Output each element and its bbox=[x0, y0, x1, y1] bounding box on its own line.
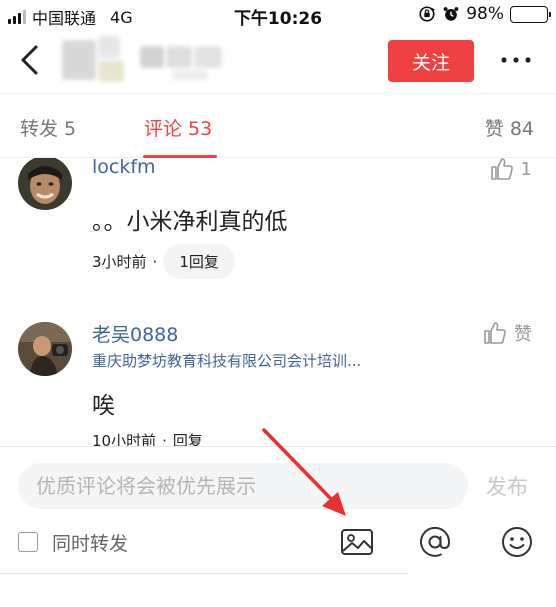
meta-dot: · bbox=[152, 252, 158, 271]
at-icon[interactable] bbox=[416, 523, 454, 561]
image-icon[interactable] bbox=[338, 523, 376, 561]
publish-button[interactable]: 发布 bbox=[486, 471, 528, 501]
more-dots-icon[interactable] bbox=[494, 48, 538, 72]
status-right: 98% bbox=[418, 4, 551, 24]
emoji-icon[interactable] bbox=[498, 523, 536, 561]
tab-bar: 转发 5 评论 53 赞 84 bbox=[0, 94, 556, 158]
rotation-lock-icon bbox=[419, 6, 436, 22]
repost-label: 同时转发 bbox=[52, 533, 129, 555]
comment-author[interactable]: 老吴0888 bbox=[92, 320, 178, 347]
comment-meta: 3小时前 · 1回复 bbox=[92, 244, 235, 279]
divider bbox=[0, 573, 408, 574]
comment-time: 10小时前 bbox=[92, 432, 157, 446]
thumbs-up-icon bbox=[484, 322, 506, 344]
reply-button[interactable]: 1回复 bbox=[163, 244, 235, 279]
comment-author[interactable]: lockfm bbox=[92, 158, 156, 178]
like-label: 赞 bbox=[514, 324, 532, 345]
reply-button[interactable]: 回复 bbox=[173, 430, 203, 446]
tab-reposts[interactable]: 转发 5 bbox=[20, 114, 76, 141]
like-button[interactable]: 赞 bbox=[482, 320, 532, 346]
comment-text: 唉 bbox=[92, 393, 115, 419]
like-button[interactable]: 1 bbox=[489, 158, 532, 182]
blurred-user-title bbox=[62, 36, 232, 86]
tab-comments[interactable]: 评论 53 bbox=[144, 114, 212, 141]
comment-text: 。。小米净利真的低 bbox=[92, 209, 288, 235]
battery-percent: 98% bbox=[466, 4, 504, 24]
avatar[interactable] bbox=[18, 158, 72, 210]
follow-button[interactable]: 关注 bbox=[388, 40, 474, 82]
alarm-icon bbox=[443, 7, 459, 21]
comment-item: 老吴0888 重庆助梦坊教育科技有限公司会计培训... 赞 唉 10小时前 · … bbox=[0, 318, 556, 446]
comment-time: 3小时前 bbox=[92, 253, 147, 271]
tab-likes[interactable]: 赞 84 bbox=[485, 114, 534, 141]
thumbs-up-icon bbox=[490, 158, 513, 180]
navbar: 关注 bbox=[0, 28, 556, 94]
like-count: 1 bbox=[520, 158, 532, 180]
battery-icon bbox=[510, 5, 551, 23]
chevron-left-icon[interactable] bbox=[14, 42, 48, 78]
comment-meta: 10小时前 · 回复 bbox=[92, 430, 203, 447]
comment-author-subtitle: 重庆助梦坊教育科技有限公司会计培训... bbox=[92, 352, 362, 370]
meta-dot: · bbox=[162, 431, 167, 447]
status-bar: 中国联通 4G 下午10:26 98% bbox=[0, 0, 556, 29]
avatar[interactable] bbox=[18, 322, 72, 376]
comment-input[interactable] bbox=[18, 463, 468, 509]
repost-checkbox[interactable] bbox=[18, 532, 38, 552]
comment-item: lockfm 1 。。小米净利真的低 3小时前 · 1回复 bbox=[0, 158, 556, 298]
comment-list[interactable]: lockfm 1 。。小米净利真的低 3小时前 · 1回复 老吴0888 重庆助… bbox=[0, 158, 556, 446]
comment-composer: 发布 同时转发 bbox=[0, 446, 556, 607]
